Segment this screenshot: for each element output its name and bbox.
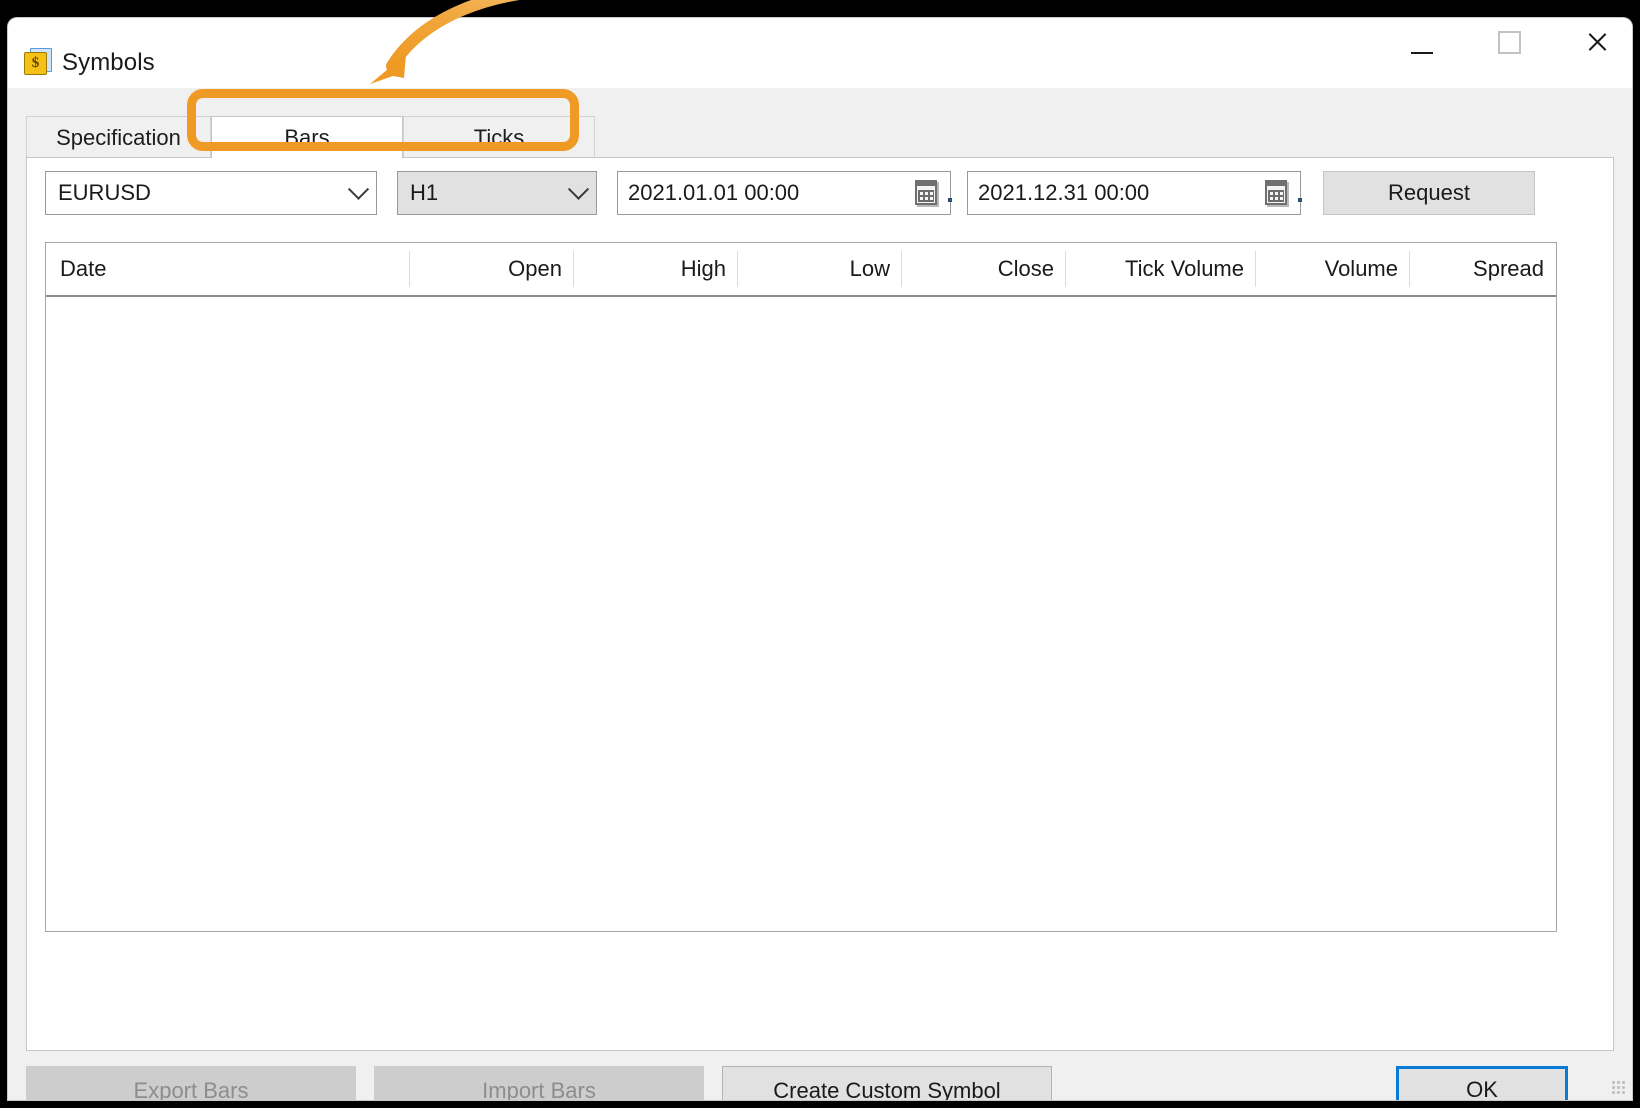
maximize-button[interactable] — [1479, 18, 1539, 66]
tab-strip: Specification Bars Ticks — [26, 116, 1614, 158]
tab-specification[interactable]: Specification — [26, 116, 211, 158]
request-button[interactable]: Request — [1323, 171, 1535, 215]
tab-bars-label: Bars — [284, 124, 330, 150]
column-header-spread[interactable]: Spread — [1410, 243, 1556, 295]
symbols-dialog: $ Symbols Specification Bars Ticks EURUS… — [8, 18, 1632, 1100]
column-header-date[interactable]: Date — [46, 243, 410, 295]
create-custom-symbol-button[interactable]: Create Custom Symbol — [722, 1066, 1052, 1100]
screenshot-root: $ Symbols Specification Bars Ticks EURUS… — [0, 0, 1640, 1108]
date-to-input[interactable]: 2021.12.31 00:00 — [967, 171, 1302, 215]
window-title: Symbols — [62, 49, 155, 76]
request-button-label: Request — [1388, 180, 1470, 205]
ok-button-label: OK — [1466, 1077, 1498, 1100]
close-icon — [1585, 30, 1609, 54]
date-to-value: 2021.12.31 00:00 — [978, 180, 1150, 205]
symbol-dropdown[interactable]: EURUSD — [45, 171, 377, 215]
bars-tab-panel: EURUSD H1 2021.01.01 00:00 2021.12.31 00… — [26, 157, 1614, 1051]
column-header-volume[interactable]: Volume — [1256, 243, 1410, 295]
date-from-input[interactable]: 2021.01.01 00:00 — [617, 171, 952, 215]
symbol-dropdown-value: EURUSD — [58, 180, 151, 205]
date-from-value: 2021.01.01 00:00 — [628, 180, 800, 205]
tab-ticks-label: Ticks — [473, 124, 525, 150]
import-bars-button: Import Bars — [374, 1066, 704, 1100]
calendar-icon[interactable] — [1262, 178, 1302, 208]
close-button[interactable] — [1567, 18, 1627, 66]
minimize-button[interactable] — [1392, 18, 1452, 66]
icon-front-card: $ — [24, 52, 47, 75]
dialog-client-area: Specification Bars Ticks EURUSD H1 2021.… — [8, 88, 1632, 1100]
column-header-high[interactable]: High — [574, 243, 738, 295]
ok-button[interactable]: OK — [1396, 1066, 1568, 1100]
bars-toolbar: EURUSD H1 2021.01.01 00:00 2021.12.31 00… — [27, 171, 1613, 217]
calendar-icon[interactable] — [912, 178, 952, 208]
grid-body-empty[interactable] — [46, 297, 1556, 931]
column-header-tick-volume[interactable]: Tick Volume — [1066, 243, 1256, 295]
grid-header-row: Date Open High Low Close Tick Volume Vol… — [46, 243, 1556, 297]
maximize-icon — [1497, 30, 1521, 54]
import-bars-label: Import Bars — [482, 1078, 596, 1100]
minimize-icon — [1411, 52, 1433, 54]
export-bars-label: Export Bars — [133, 1078, 249, 1100]
timeframe-dropdown[interactable]: H1 — [397, 171, 597, 215]
tab-ticks[interactable]: Ticks — [403, 116, 595, 158]
create-custom-symbol-label: Create Custom Symbol — [773, 1078, 1001, 1100]
chevron-down-icon — [340, 172, 376, 214]
tab-bars[interactable]: Bars — [211, 116, 403, 158]
symbols-dollar-icon: $ — [24, 48, 52, 76]
timeframe-dropdown-value: H1 — [410, 180, 439, 205]
column-header-open[interactable]: Open — [410, 243, 574, 295]
column-header-close[interactable]: Close — [902, 243, 1066, 295]
resize-grip[interactable] — [1611, 1080, 1627, 1096]
export-bars-button: Export Bars — [26, 1066, 356, 1100]
column-header-low[interactable]: Low — [738, 243, 902, 295]
footer-button-row: Export Bars Import Bars Create Custom Sy… — [8, 1066, 1632, 1100]
bars-data-grid[interactable]: Date Open High Low Close Tick Volume Vol… — [45, 242, 1557, 932]
title-bar: $ Symbols — [8, 18, 1632, 88]
tab-specification-label: Specification — [56, 124, 181, 150]
chevron-down-icon — [560, 172, 596, 214]
